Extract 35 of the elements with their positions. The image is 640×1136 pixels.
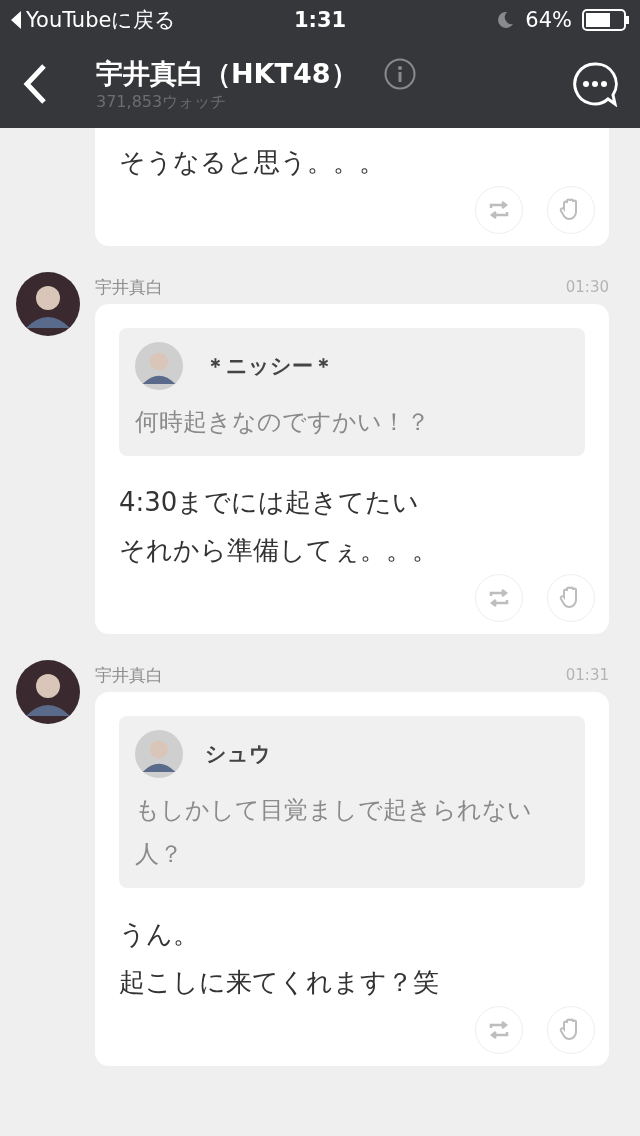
message-text: 4:30までには起きてたい: [119, 486, 420, 519]
sender-name: 宇井真白: [95, 663, 163, 687]
message-text: そうなると思う。。。: [119, 146, 385, 179]
battery-percent: 64%: [525, 8, 572, 32]
quoted-user-name: ＊ニッシー＊: [205, 353, 334, 380]
comment-icon[interactable]: [572, 61, 618, 107]
clap-button[interactable]: [547, 1006, 595, 1054]
repost-button[interactable]: [475, 1006, 523, 1054]
quoted-text: 何時起きなのですかい！？: [135, 407, 431, 438]
back-arrow-icon: [10, 10, 22, 30]
clap-button[interactable]: [547, 574, 595, 622]
sender-name: 宇井真白: [95, 275, 163, 299]
channel-title: 宇井真白（HKT48）: [96, 56, 358, 91]
avatar-icon: [135, 342, 183, 390]
avatar-icon: [135, 730, 183, 778]
repost-button[interactable]: [475, 186, 523, 234]
message-text: それから準備してぇ。。。: [119, 534, 438, 567]
avatar-icon: [16, 272, 80, 336]
status-time: 1:31: [293, 8, 347, 32]
quoted-text: もしかして目覚ましで起きられない人？: [135, 795, 533, 870]
message-time: 01:31: [565, 666, 609, 684]
quoted-user-name: シュウ: [205, 741, 271, 768]
message-time: 01:30: [565, 278, 609, 296]
repost-icon: [487, 586, 511, 610]
repost-icon: [487, 198, 511, 222]
message-text: 起こしに来てくれます？笑: [119, 966, 439, 999]
chevron-left-icon: [22, 63, 48, 105]
back-to-app-link[interactable]: YouTubeに戻る: [26, 6, 177, 34]
repost-icon: [487, 1018, 511, 1042]
message-text: うん。: [119, 918, 199, 951]
battery-icon: [582, 9, 630, 31]
repost-button[interactable]: [475, 574, 523, 622]
info-icon[interactable]: [383, 57, 416, 90]
clap-button[interactable]: [547, 186, 595, 234]
avatar-icon: [16, 660, 80, 724]
